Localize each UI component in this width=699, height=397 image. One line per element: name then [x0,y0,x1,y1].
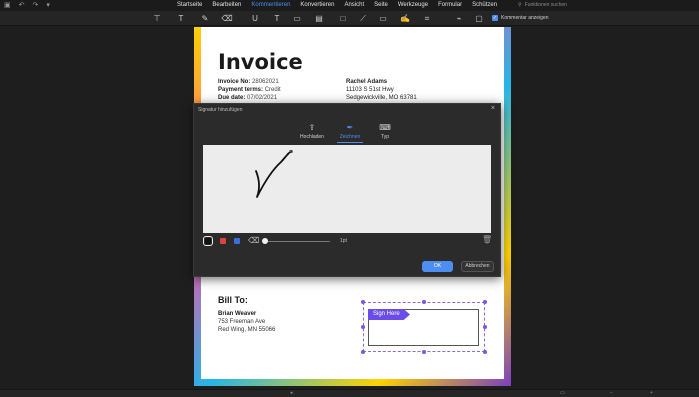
invoice-number-label: Invoice No: [218,79,251,85]
search-placeholder: Funktionen suchen [524,2,567,8]
redo-icon[interactable]: ↷ [33,1,39,9]
resize-handle[interactable] [483,300,487,304]
callout-icon[interactable]: ▭ [290,13,304,24]
due-date-value: 07/02/2021 [247,95,278,101]
tab-type-label: Typ [380,134,390,140]
draw-pen-icon: ✒ [346,123,354,132]
status-bar: ◂ ▭ − + [0,389,699,397]
prev-page-icon[interactable]: ◂ [290,390,293,396]
invoice-number-line: Invoice No: 28062021 [218,79,279,85]
search-icon: ⚲ [518,2,522,8]
area-icon[interactable]: ▭ [376,13,390,24]
ok-button[interactable]: OK [422,261,453,272]
annotation-toolbar: ⊤ T ✎ ⌫ U T ▭ ▤ □ ⟋ ▭ ✍ ⌗ ⌁ ▢ ✓ Kommenta… [0,11,699,26]
menu-kommentieren[interactable]: Kommentieren [246,1,295,12]
signature-drawing-canvas[interactable] [203,145,491,233]
fit-page-icon[interactable]: ▭ [560,390,565,396]
menu-bar: ▣ ↶ ↷ ▾ Startseite Bearbeiten Kommentier… [0,0,699,12]
menu-startseite[interactable]: Startseite [172,1,207,10]
bill-street: 753 Freeman Ave [218,319,266,325]
payment-terms-value: Credit [264,87,281,93]
due-date-line: Due date: 07/02/2021 [218,95,277,101]
drawn-signature [255,149,293,198]
trash-icon[interactable]: 🗑 [482,235,492,244]
text-markup-icon[interactable]: T [174,13,188,24]
client-city: Sedgewickville, MO 63781 [346,95,417,101]
invoice-title: Invoice [218,50,303,74]
menu-schuetzen[interactable]: Schützen [467,1,502,10]
payment-terms-label: Payment terms: [218,87,264,93]
add-signature-dialog: Signatur hinzufügen × ⇪ Hochladen ✒ Zeic… [193,103,501,277]
tab-draw[interactable]: ✒ Zeichnen [335,123,365,143]
resize-handle[interactable] [361,350,365,354]
tab-type[interactable]: ⌨ Typ [370,123,400,140]
stroke-width-slider[interactable] [264,241,330,242]
upload-icon: ⇪ [308,123,316,132]
zoom-out-icon[interactable]: − [610,390,613,396]
menu-werkzeuge[interactable]: Werkzeuge [393,1,433,10]
dropdown-icon[interactable]: ▾ [46,1,50,9]
checkbox-checked-icon[interactable]: ✓ [492,15,498,21]
sign-here-tag[interactable]: Sign Here [368,309,410,320]
text-box-icon[interactable]: T [270,13,284,24]
feature-search[interactable]: ⚲ Funktionen suchen [518,1,567,10]
shape-icon[interactable]: □ [336,13,350,24]
menu-bearbeiten[interactable]: Bearbeiten [207,1,246,10]
eraser-icon[interactable]: ⌫ [248,236,259,245]
highlight-icon[interactable]: ⊤ [150,13,164,24]
menu-formular[interactable]: Formular [433,1,467,10]
menu-ansicht[interactable]: Ansicht [339,1,369,10]
bill-to-title: Bill To: [218,295,248,305]
undo-icon[interactable]: ↶ [19,1,25,9]
show-comments-label: Kommentar anzeigen [501,15,549,21]
invoice-number-value: 28062021 [252,79,279,85]
client-name: Rachel Adams [346,79,388,85]
tab-upload[interactable]: ⇪ Hochladen [297,123,327,140]
zoom-in-icon[interactable]: + [650,390,653,396]
close-icon[interactable]: × [491,105,495,112]
eraser-icon[interactable]: ⌫ [220,13,234,24]
color-swatch-blue[interactable] [234,238,240,244]
stroke-width-slider-handle[interactable] [262,238,268,244]
tab-draw-label: Zeichnen [339,134,361,140]
quick-access: ▣ ↶ ↷ ▾ [4,1,50,9]
color-swatch-black[interactable] [203,236,213,246]
cancel-button[interactable]: Abbrechen [461,261,494,272]
stroke-width-value: 1pt [340,238,347,244]
resize-handle[interactable] [361,325,365,329]
note-icon[interactable]: ▢ [472,13,486,24]
menu-konvertieren[interactable]: Konvertieren [295,1,339,10]
client-street: 11103 S 51st Hwy [346,87,394,93]
pen-icon[interactable]: ✎ [198,13,212,24]
save-icon[interactable]: ▣ [4,1,11,9]
underline-icon[interactable]: U [248,13,262,24]
resize-handle[interactable] [422,350,426,354]
paperclip-icon[interactable]: ⌁ [452,13,466,24]
due-date-label: Due date: [218,95,246,101]
stamp-icon[interactable]: ▤ [312,13,326,24]
attachment-icon[interactable]: ⌗ [420,13,434,24]
bill-name: Brian Weaver [218,311,257,317]
resize-handle[interactable] [483,350,487,354]
signature-icon[interactable]: ✍ [398,13,412,24]
resize-handle[interactable] [422,300,426,304]
show-comments-toggle[interactable]: ✓ Kommentar anzeigen [492,15,549,21]
keyboard-icon: ⌨ [379,123,391,132]
color-swatch-red[interactable] [220,238,226,244]
resize-handle[interactable] [483,325,487,329]
tab-upload-label: Hochladen [300,134,324,140]
dialog-title: Signatur hinzufügen [198,107,243,113]
measure-icon[interactable]: ⟋ [356,13,370,24]
resize-handle[interactable] [361,300,365,304]
menu-seite[interactable]: Seite [369,1,393,10]
bill-city: Red Wing, MN 55066 [218,327,276,333]
payment-terms-line: Payment terms: Credit [218,87,281,93]
main-menu: Startseite Bearbeiten Kommentieren Konve… [172,1,502,12]
